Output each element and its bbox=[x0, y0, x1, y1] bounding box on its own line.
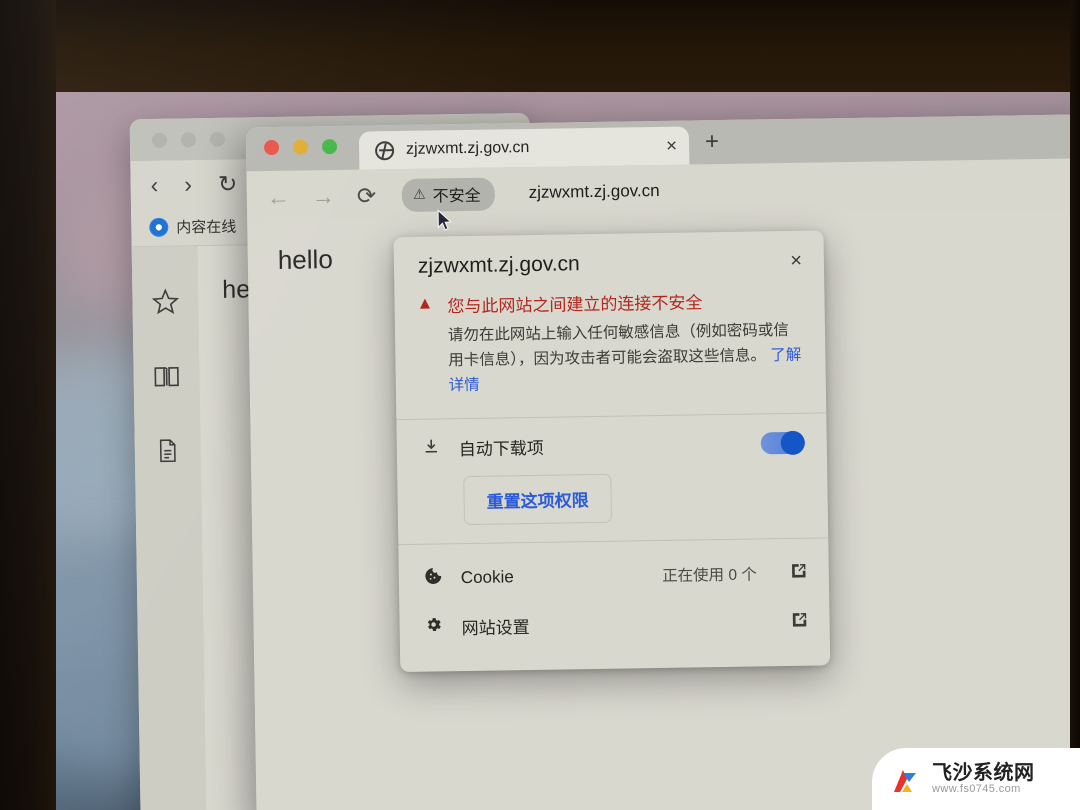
screen-bezel-left bbox=[0, 0, 56, 810]
screen-bezel-top bbox=[0, 0, 1080, 92]
watermark-site-name: 飞沙系统网 bbox=[932, 761, 1035, 784]
forward-icon[interactable]: → bbox=[312, 183, 335, 210]
star-icon[interactable] bbox=[150, 286, 181, 321]
permission-toggle[interactable] bbox=[760, 430, 805, 455]
background-window-sidebar bbox=[131, 246, 207, 810]
maximize-button-inactive[interactable] bbox=[209, 131, 226, 147]
photographed-screen:  Chrome 文件 编辑 视图 历史记录 书签 个人资料 标签页 窗口 帮助… bbox=[0, 0, 1080, 810]
reset-permission-button[interactable]: 重置这项权限 bbox=[463, 474, 613, 526]
warning-triangle-icon: ⚠ bbox=[412, 185, 426, 202]
insecure-connection-warning: ▲ 您与此网站之间建立的连接不安全 请勿在此网站上输入任何敏感信息（例如密码或信… bbox=[394, 280, 826, 419]
warning-body: 请勿在此网站上输入任何敏感信息（例如密码或信用卡信息），因为攻击者可能会盗取这些… bbox=[448, 318, 802, 399]
laptop-screen:  Chrome 文件 编辑 视图 历史记录 书签 个人资料 标签页 窗口 帮助… bbox=[18, 1, 1080, 810]
cookie-icon bbox=[423, 567, 443, 591]
back-chevron-icon[interactable]: ‹ bbox=[150, 171, 158, 198]
warning-triangle-icon: ▲ bbox=[416, 293, 434, 313]
browser-tab[interactable]: zjzwxmt.zj.gov.cn × bbox=[358, 126, 690, 170]
watermark-text: 飞沙系统网 www.fs0745.com bbox=[932, 761, 1035, 796]
site-settings-row[interactable]: 网站设置 bbox=[423, 597, 808, 652]
close-window-button[interactable] bbox=[263, 139, 280, 155]
screen-bezel-right bbox=[1070, 0, 1080, 810]
book-icon[interactable] bbox=[151, 361, 182, 396]
close-button-inactive[interactable] bbox=[151, 132, 168, 148]
back-icon[interactable]: ← bbox=[267, 183, 290, 210]
maximize-window-button[interactable] bbox=[321, 138, 338, 154]
warning-heading: 您与此网站之间建立的连接不安全 bbox=[447, 293, 703, 317]
cookie-usage-value: 正在使用 0 个 bbox=[661, 566, 757, 586]
cookie-row[interactable]: Cookie 正在使用 0 个 bbox=[422, 549, 807, 603]
traffic-lights bbox=[263, 126, 338, 171]
download-icon bbox=[421, 437, 441, 459]
watermark-logo-icon bbox=[890, 762, 924, 796]
address-bar-url[interactable]: zjzwxmt.zj.gov.cn bbox=[529, 181, 660, 203]
permission-row-auto-downloads[interactable]: 自动下载项 bbox=[421, 430, 805, 461]
permissions-section: 自动下载项 重置这项权限 bbox=[396, 414, 828, 545]
site-information-popup[interactable]: zjzwxmt.zj.gov.cn × ▲ 您与此网站之间建立的连接不安全 请勿… bbox=[393, 230, 831, 673]
security-status-chip[interactable]: ⚠ 不安全 bbox=[401, 177, 495, 212]
reload-icon[interactable]: ↻ bbox=[218, 170, 238, 197]
popup-links-section: Cookie 正在使用 0 个 网站设置 bbox=[398, 539, 830, 673]
popup-header: zjzwxmt.zj.gov.cn × bbox=[393, 230, 824, 287]
close-tab-icon[interactable]: × bbox=[666, 135, 677, 156]
bookmark-label[interactable]: 内容在线 bbox=[176, 216, 236, 238]
reload-icon[interactable]: ⟳ bbox=[357, 182, 377, 209]
warning-body-text: 请勿在此网站上输入任何敏感信息（例如密码或信用卡信息），因为攻击者可能会盗取这些… bbox=[447, 321, 789, 370]
popup-title: zjzwxmt.zj.gov.cn bbox=[417, 252, 580, 278]
warning-text-block: 您与此网站之间建立的连接不安全 请勿在此网站上输入任何敏感信息（例如密码或信用卡… bbox=[447, 287, 802, 399]
watermark-site-url: www.fs0745.com bbox=[932, 782, 1021, 795]
document-icon[interactable] bbox=[154, 436, 183, 469]
external-link-icon[interactable] bbox=[791, 612, 807, 632]
forward-chevron-icon[interactable]: › bbox=[184, 171, 192, 198]
gear-icon bbox=[423, 616, 443, 639]
site-settings-label: 网站设置 bbox=[461, 618, 530, 639]
toggle-knob bbox=[780, 430, 805, 455]
globe-icon bbox=[374, 140, 395, 160]
security-status-label: 不安全 bbox=[432, 187, 481, 206]
reset-permission-wrapper: 重置这项权限 bbox=[421, 471, 806, 526]
permission-label: 自动下载项 bbox=[458, 439, 544, 460]
minimize-button-inactive[interactable] bbox=[180, 131, 197, 147]
bookmark-favicon-icon bbox=[149, 217, 169, 237]
minimize-window-button[interactable] bbox=[292, 138, 309, 155]
external-link-icon[interactable] bbox=[791, 563, 807, 583]
cookie-label: Cookie bbox=[460, 567, 514, 588]
new-tab-button[interactable]: + bbox=[705, 128, 719, 156]
close-icon[interactable]: × bbox=[790, 249, 802, 272]
tab-title: zjzwxmt.zj.gov.cn bbox=[405, 138, 530, 158]
watermark: 飞沙系统网 www.fs0745.com bbox=[872, 748, 1080, 810]
